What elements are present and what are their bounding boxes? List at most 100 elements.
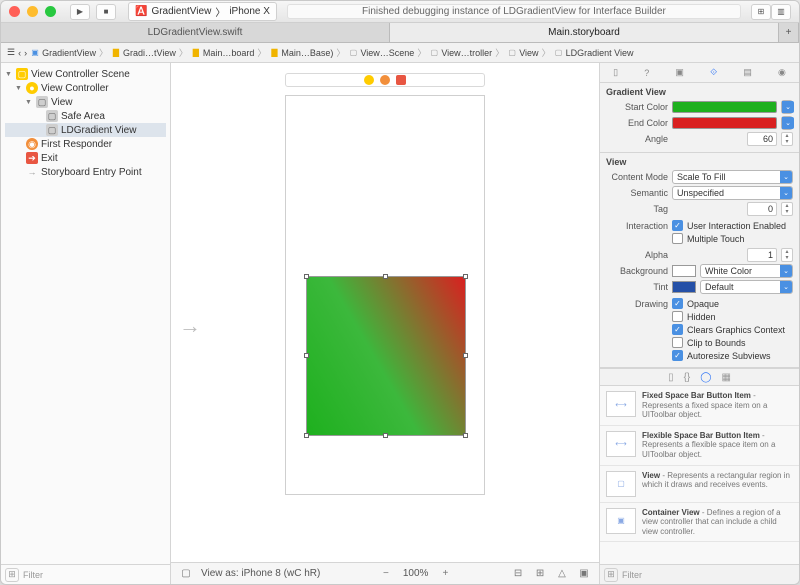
- resize-handle[interactable]: [304, 353, 309, 358]
- pin-icon[interactable]: ⊞: [533, 567, 547, 581]
- library-filter-input[interactable]: Filter: [622, 570, 642, 580]
- scheme-selector[interactable]: 🅰️ GradientView 〉 iPhone X: [128, 2, 277, 21]
- hidden-checkbox[interactable]: [672, 311, 683, 322]
- media-lib-tab[interactable]: ▦: [721, 372, 730, 383]
- device-frame[interactable]: [285, 95, 485, 495]
- semantic-popup[interactable]: Unspecified⌄: [672, 186, 793, 200]
- autoresize-label: Autoresize Subviews: [687, 351, 771, 361]
- tag-field[interactable]: 0: [747, 202, 777, 216]
- clip-bounds-checkbox[interactable]: [672, 337, 683, 348]
- content-mode-popup[interactable]: Scale To Fill⌄: [672, 170, 793, 184]
- exit-dock-icon[interactable]: [396, 75, 406, 85]
- library-button[interactable]: ⊞: [751, 4, 771, 20]
- library-item[interactable]: ⟷Fixed Space Bar Button Item - Represent…: [600, 386, 799, 426]
- attributes-inspector-tab[interactable]: ⟐: [710, 67, 717, 78]
- filter-icon[interactable]: ⊞: [5, 568, 19, 582]
- zoom-window-button[interactable]: [45, 6, 56, 17]
- outline-view[interactable]: View: [51, 97, 73, 108]
- outline-gradient-view[interactable]: LDGradient View: [61, 125, 136, 136]
- outline-first-responder[interactable]: First Responder: [41, 139, 112, 150]
- resize-handle[interactable]: [383, 433, 388, 438]
- resize-handle[interactable]: [304, 433, 309, 438]
- vc-dock-icon[interactable]: [364, 75, 374, 85]
- help-inspector-tab[interactable]: ?: [644, 68, 649, 78]
- code-snippet-lib-tab[interactable]: {}: [684, 372, 691, 383]
- device-config-icon[interactable]: ▢: [179, 567, 193, 581]
- breadcrumb[interactable]: ▇Main…Base): [269, 48, 333, 58]
- outline-filter-input[interactable]: Filter: [23, 570, 43, 580]
- angle-stepper[interactable]: ▴▾: [781, 132, 793, 146]
- panels-button[interactable]: ▥: [771, 4, 791, 20]
- library-tabs: ▯ {} ◯ ▦: [600, 368, 799, 386]
- breadcrumb[interactable]: ▢View: [507, 48, 538, 58]
- gradient-view-canvas[interactable]: [306, 276, 466, 436]
- breadcrumb[interactable]: ▣GradientView: [30, 48, 96, 58]
- scene-dock[interactable]: [285, 73, 485, 87]
- angle-field[interactable]: 60: [747, 132, 777, 146]
- breadcrumb[interactable]: ▢View…Scene: [348, 48, 414, 58]
- new-tab-button[interactable]: +: [779, 23, 799, 42]
- start-color-menu[interactable]: ⌄: [781, 100, 793, 114]
- embed-icon[interactable]: ▣: [577, 567, 591, 581]
- minimize-window-button[interactable]: [27, 6, 38, 17]
- outline-exit[interactable]: Exit: [41, 153, 58, 164]
- identity-inspector-tab[interactable]: ▣: [675, 67, 684, 78]
- outline-vc[interactable]: View Controller: [41, 83, 109, 94]
- connections-inspector-tab[interactable]: ◉: [778, 67, 786, 78]
- zoom-in-button[interactable]: +: [436, 568, 454, 579]
- tint-label: Tint: [606, 282, 668, 292]
- run-button[interactable]: ▶: [70, 4, 90, 20]
- zoom-out-button[interactable]: −: [377, 568, 395, 579]
- outline-scene[interactable]: View Controller Scene: [31, 69, 130, 80]
- outline-entry-point[interactable]: Storyboard Entry Point: [41, 167, 142, 178]
- resize-handle[interactable]: [463, 353, 468, 358]
- tint-swatch[interactable]: [672, 281, 696, 293]
- alpha-field[interactable]: 1: [747, 248, 777, 262]
- object-lib-tab[interactable]: ◯: [700, 372, 711, 383]
- resize-handle[interactable]: [304, 274, 309, 279]
- back-button[interactable]: ‹: [18, 48, 21, 58]
- breadcrumb[interactable]: ▢LDGradient View: [554, 48, 634, 58]
- breadcrumb[interactable]: ▇Main…board: [191, 48, 255, 58]
- breadcrumb[interactable]: ▇Gradi…tView: [111, 48, 176, 58]
- tab-storyboard[interactable]: Main.storyboard: [390, 23, 779, 42]
- tab-swift-file[interactable]: LDGradientView.swift: [1, 23, 390, 42]
- end-color-menu[interactable]: ⌄: [781, 116, 793, 130]
- alpha-stepper[interactable]: ▴▾: [781, 248, 793, 262]
- multiple-touch-checkbox[interactable]: [672, 233, 683, 244]
- background-swatch[interactable]: [672, 265, 696, 277]
- forward-button[interactable]: ›: [24, 48, 27, 58]
- file-inspector-tab[interactable]: ▯: [613, 67, 618, 78]
- breadcrumb[interactable]: ▢View…troller: [429, 48, 492, 58]
- outline-safe-area[interactable]: Safe Area: [61, 111, 105, 122]
- library-item[interactable]: ▣Container View - Defines a region of a …: [600, 503, 799, 543]
- object-library[interactable]: ⟷Fixed Space Bar Button Item - Represent…: [600, 386, 799, 564]
- tag-stepper[interactable]: ▴▾: [781, 202, 793, 216]
- grid-view-icon[interactable]: ⊞: [604, 568, 618, 582]
- resize-handle[interactable]: [383, 274, 388, 279]
- size-inspector-tab[interactable]: ▤: [743, 67, 752, 78]
- file-template-lib-tab[interactable]: ▯: [668, 372, 674, 383]
- scheme-target: GradientView: [151, 6, 211, 17]
- opaque-checkbox[interactable]: ✓: [672, 298, 683, 309]
- autoresize-checkbox[interactable]: ✓: [672, 350, 683, 361]
- stop-button[interactable]: ■: [96, 4, 116, 20]
- background-popup[interactable]: White Color⌄: [700, 264, 793, 278]
- start-color-well[interactable]: [672, 101, 777, 113]
- resize-handle[interactable]: [463, 274, 468, 279]
- end-color-well[interactable]: [672, 117, 777, 129]
- related-items-icon[interactable]: ☰: [7, 47, 15, 58]
- zoom-level[interactable]: 100%: [403, 568, 429, 579]
- resolve-icon[interactable]: △: [555, 567, 569, 581]
- view-as-button[interactable]: View as: iPhone 8 (wC hR): [201, 568, 320, 579]
- tint-popup[interactable]: Default⌄: [700, 280, 793, 294]
- responder-dock-icon[interactable]: [380, 75, 390, 85]
- close-window-button[interactable]: [9, 6, 20, 17]
- library-item[interactable]: ▢View - Represents a rectangular region …: [600, 466, 799, 503]
- clears-context-checkbox[interactable]: ✓: [672, 324, 683, 335]
- resize-handle[interactable]: [463, 433, 468, 438]
- user-interaction-checkbox[interactable]: ✓: [672, 220, 683, 231]
- library-item[interactable]: ⟷Flexible Space Bar Button Item - Repres…: [600, 426, 799, 466]
- align-icon[interactable]: ⊟: [511, 567, 525, 581]
- canvas-area[interactable]: →: [171, 63, 599, 562]
